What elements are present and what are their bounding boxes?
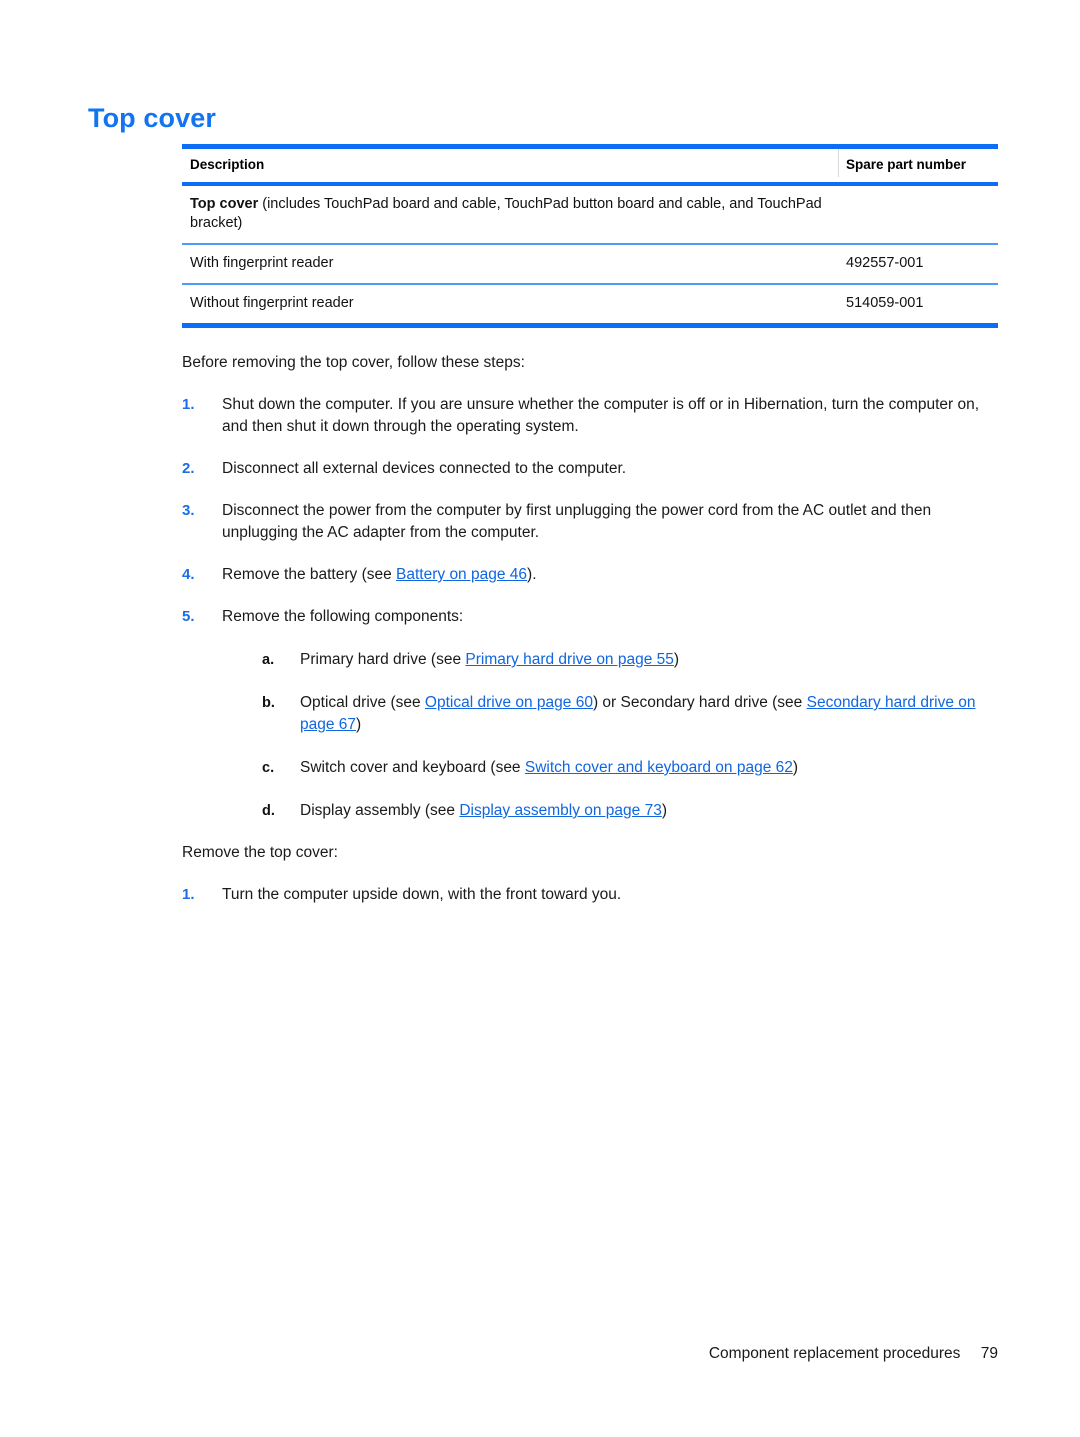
substep-c-letter: c.: [262, 760, 275, 776]
substep-b: b. Optical drive (see Optical drive on pa…: [262, 692, 998, 736]
step-1-number: 1.: [182, 396, 195, 413]
cell-description-rest: (includes TouchPad board and cable, Touc…: [190, 196, 822, 231]
remove-step-1-text: Turn the computer upside down, with the …: [222, 886, 622, 903]
footer-page-number: 79: [980, 1345, 998, 1362]
remove-top-cover-steps: 1. Turn the computer upside down, with t…: [182, 884, 998, 906]
step-3: 3. Disconnect the power from the compute…: [182, 500, 998, 544]
footer-section-title: Component replacement procedures: [708, 1345, 961, 1362]
step-2: 2. Disconnect all external devices conne…: [182, 458, 998, 480]
link-primary-hard-drive-page-55[interactable]: Primary hard drive on page 55: [465, 651, 674, 668]
link-switch-cover-and-keyboard-page-62[interactable]: Switch cover and keyboard on page 62: [525, 759, 793, 776]
intro-paragraph: Before removing the top cover, follow th…: [182, 354, 525, 371]
link-battery-page-46[interactable]: Battery on page 46: [396, 566, 527, 583]
substep-d-letter: d.: [262, 803, 275, 819]
substep-c-text-before: Switch cover and keyboard (see: [300, 759, 525, 776]
substep-d-text-before: Display assembly (see: [300, 802, 460, 819]
remove-step-1-number: 1.: [182, 886, 195, 903]
step-4-text-after: ).: [527, 566, 537, 583]
step-1: 1. Shut down the computer. If you are un…: [182, 394, 998, 438]
substep-b-text-after: ): [356, 716, 362, 733]
page-title: Top cover: [88, 103, 216, 133]
table-column-divider: [838, 149, 839, 177]
substep-a: a. Primary hard drive (see Primary hard d…: [262, 649, 998, 671]
remove-step-1: 1. Turn the computer upside down, with t…: [182, 884, 998, 906]
step-2-number: 2.: [182, 460, 195, 477]
procedure-body: Before removing the top cover, follow th…: [182, 352, 998, 906]
cell-description: Without fingerprint reader: [190, 295, 354, 311]
cell-spare-part-number: 514059-001: [846, 295, 924, 311]
step-4-number: 4.: [182, 566, 195, 583]
cell-description: Top cover (includes TouchPad board and c…: [182, 186, 838, 243]
cell-spare-part-number: 492557-001: [846, 255, 924, 271]
step-4: 4. Remove the battery (see Battery on pag…: [182, 564, 998, 586]
page-footer: Component replacement procedures 79: [182, 1344, 998, 1364]
substep-c-text-after: ): [792, 759, 799, 776]
cell-description: With fingerprint reader: [190, 255, 334, 271]
substep-a-letter: a.: [262, 652, 275, 668]
step-3-text: Disconnect the power from the computer b…: [222, 502, 932, 541]
substep-b-text-middle: ) or Secondary hard drive (see: [592, 694, 807, 711]
link-display-assembly-page-73[interactable]: Display assembly on page 73: [459, 802, 661, 819]
step-5-text: Remove the following components:: [222, 608, 464, 625]
table-header-row: Description Spare part number: [182, 149, 998, 182]
step-5: 5. Remove the following components: a. Pr…: [182, 606, 998, 822]
remove-top-cover-lead: Remove the top cover:: [182, 844, 338, 861]
document-page: Top cover Description Spare part number …: [0, 0, 1080, 1437]
table-bottom-rule: [182, 323, 998, 328]
column-header-description: Description: [190, 157, 265, 172]
step-1-text: Shut down the computer. If you are unsur…: [222, 396, 980, 435]
cell-description-bold: Top cover: [190, 196, 259, 212]
before-removal-steps: 1. Shut down the computer. If you are un…: [182, 394, 998, 822]
table-row: Without fingerprint reader 514059-001: [182, 285, 998, 323]
substep-d-text-after: ): [661, 802, 668, 819]
step-4-text-before: Remove the battery (see: [222, 566, 397, 583]
table-row: With fingerprint reader 492557-001: [182, 245, 998, 283]
substep-a-text-before: Primary hard drive (see: [300, 651, 466, 668]
substep-a-text-after: ): [673, 651, 680, 668]
spare-parts-table: Description Spare part number Top cover …: [182, 144, 998, 328]
column-header-spare-part-number: Spare part number: [846, 157, 967, 172]
substep-b-text-before: Optical drive (see: [300, 694, 425, 711]
table-bottom-rule-left: [182, 323, 838, 328]
step-2-text: Disconnect all external devices connecte…: [222, 460, 627, 477]
substep-b-letter: b.: [262, 695, 275, 711]
substep-d: d. Display assembly (see Display assembly…: [262, 800, 998, 822]
step-3-number: 3.: [182, 502, 195, 519]
cell-spare-part-number: [838, 186, 998, 243]
table-bottom-rule-right: [838, 323, 998, 328]
substep-c: c. Switch cover and keyboard (see Switch …: [262, 757, 998, 779]
component-sublist: a. Primary hard drive (see Primary hard d…: [262, 649, 998, 822]
link-optical-drive-page-60[interactable]: Optical drive on page 60: [425, 694, 593, 711]
step-5-number: 5.: [182, 608, 195, 625]
table-row: Top cover (includes TouchPad board and c…: [182, 186, 998, 243]
